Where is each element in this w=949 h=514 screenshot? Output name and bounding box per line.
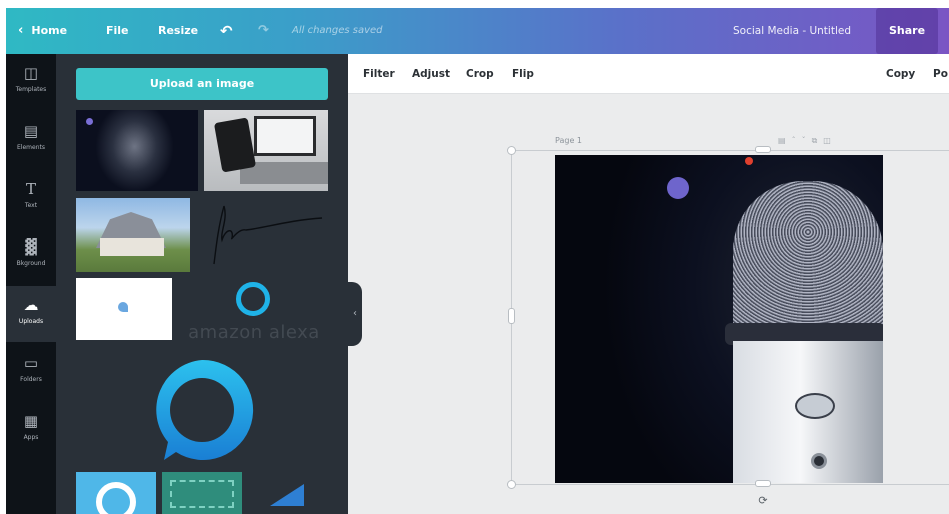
crop-button[interactable]: Crop xyxy=(466,54,494,94)
phone-shape xyxy=(213,117,257,173)
uploads-panel: Upload an image amazon alexa xyxy=(56,54,348,514)
resize-handle-bottom[interactable] xyxy=(755,480,771,487)
rail-item-label: Text xyxy=(24,202,38,209)
alexa-ring-icon xyxy=(236,282,270,316)
resize-handle-top[interactable] xyxy=(755,146,771,153)
rotate-icon[interactable]: ⟳ xyxy=(756,494,770,508)
selection-edge-bottom xyxy=(511,484,949,485)
upload-thumb-laptop[interactable] xyxy=(204,110,328,191)
editor-window: ‹ Home File Resize ↶ ↷ All changes saved … xyxy=(6,8,949,514)
alexa-bubble-icon xyxy=(156,359,254,460)
resize-handle-bottom-left[interactable] xyxy=(507,480,516,489)
share-button[interactable]: Share xyxy=(876,8,938,54)
chevron-up-icon[interactable]: ˆ xyxy=(792,136,802,145)
text-icon: T xyxy=(25,180,36,198)
resize-menu[interactable]: Resize xyxy=(158,8,198,54)
bokeh-light xyxy=(667,177,689,199)
upload-thumb-alexa-big[interactable] xyxy=(146,354,258,466)
top-bar: ‹ Home File Resize ↶ ↷ All changes saved … xyxy=(6,8,949,54)
chevron-down-icon[interactable]: ˇ xyxy=(802,136,812,145)
undo-icon[interactable]: ↶ xyxy=(220,8,233,54)
rail-item-text[interactable]: T Text xyxy=(6,170,56,226)
filter-button[interactable]: Filter xyxy=(363,54,395,94)
document-title[interactable]: Social Media - Untitled xyxy=(733,8,851,54)
triangle-shape xyxy=(270,484,304,506)
page-label: Page 1 xyxy=(555,136,582,145)
position-button[interactable]: Po xyxy=(933,54,948,94)
upload-thumb-logo[interactable] xyxy=(250,472,330,514)
resize-handle-left[interactable] xyxy=(508,308,515,324)
home-button[interactable]: ‹ Home xyxy=(18,8,67,54)
upload-thumb-signature[interactable] xyxy=(194,198,328,272)
background-icon: ▓ xyxy=(25,238,37,256)
uploads-icon: ☁ xyxy=(23,296,39,314)
rail-item-label: Uploads xyxy=(18,318,44,325)
selection-edge-top xyxy=(511,150,949,151)
laptop-screen xyxy=(254,116,316,156)
upload-thumb-teal[interactable] xyxy=(162,472,242,514)
home-label: Home xyxy=(31,24,68,37)
bokeh-dot xyxy=(86,118,93,125)
ring-shape xyxy=(96,482,136,514)
rail-item-label: Templates xyxy=(15,86,47,93)
microphone-knob xyxy=(811,453,827,469)
file-menu[interactable]: File xyxy=(106,8,129,54)
collapse-panel-handle[interactable]: ‹ xyxy=(348,282,362,346)
copy-button[interactable]: Copy xyxy=(886,54,915,94)
upload-thumb-alexa-small[interactable] xyxy=(76,278,172,340)
redo-icon[interactable]: ↷ xyxy=(258,8,269,54)
upload-thumb-microphone[interactable] xyxy=(76,110,198,191)
rail-item-label: Bkground xyxy=(16,260,46,267)
elements-icon: ▤ xyxy=(23,122,39,140)
resize-handle-top-left[interactable] xyxy=(507,146,516,155)
canvas-image-microphone[interactable] xyxy=(555,155,883,483)
chevron-left-icon: ‹ xyxy=(18,23,24,38)
rail-item-folders[interactable]: ▭ Folders xyxy=(6,344,56,400)
upload-thumb-house[interactable] xyxy=(76,198,190,272)
house-wall xyxy=(100,238,164,256)
microphone-badge xyxy=(795,393,835,419)
rail-item-elements[interactable]: ▤ Elements xyxy=(6,112,56,168)
rail-item-apps[interactable]: ▦ Apps xyxy=(6,402,56,458)
bokeh-light xyxy=(745,157,753,165)
apps-icon: ▦ xyxy=(23,412,39,430)
flip-button[interactable]: Flip xyxy=(512,54,534,94)
templates-icon: ◫ xyxy=(23,64,39,82)
side-rail: ◫ Templates ▤ Elements T Text ▓ Bkground… xyxy=(6,54,56,514)
adjust-button[interactable]: Adjust xyxy=(412,54,450,94)
logo-mark xyxy=(118,302,128,312)
signature-graphic xyxy=(213,205,323,265)
dashed-frame xyxy=(170,480,234,508)
trash-icon[interactable]: ◫ xyxy=(823,136,837,145)
folder-icon: ▭ xyxy=(23,354,39,372)
rail-item-label: Elements xyxy=(17,144,45,151)
notes-icon[interactable]: ▤ xyxy=(778,136,792,145)
rail-item-uploads[interactable]: ☁ Uploads xyxy=(6,286,56,342)
rail-item-label: Apps xyxy=(23,434,39,441)
page-tools: ▤ˆˇ⧉◫ xyxy=(778,136,837,146)
upload-thumb-alexa-logo[interactable]: amazon alexa xyxy=(174,278,334,346)
alexa-wordmark: amazon alexa xyxy=(188,322,320,343)
rail-item-label: Folders xyxy=(20,376,42,383)
save-status: All changes saved xyxy=(292,25,383,36)
upload-thumb-alexa-blue[interactable] xyxy=(76,472,156,514)
upload-image-button[interactable]: Upload an image xyxy=(76,68,328,100)
image-toolbar: Filter Adjust Crop Flip Copy Po xyxy=(348,54,949,94)
duplicate-icon[interactable]: ⧉ xyxy=(812,136,824,145)
rail-item-background[interactable]: ▓ Bkground xyxy=(6,228,56,284)
rail-item-templates[interactable]: ◫ Templates xyxy=(6,54,56,110)
